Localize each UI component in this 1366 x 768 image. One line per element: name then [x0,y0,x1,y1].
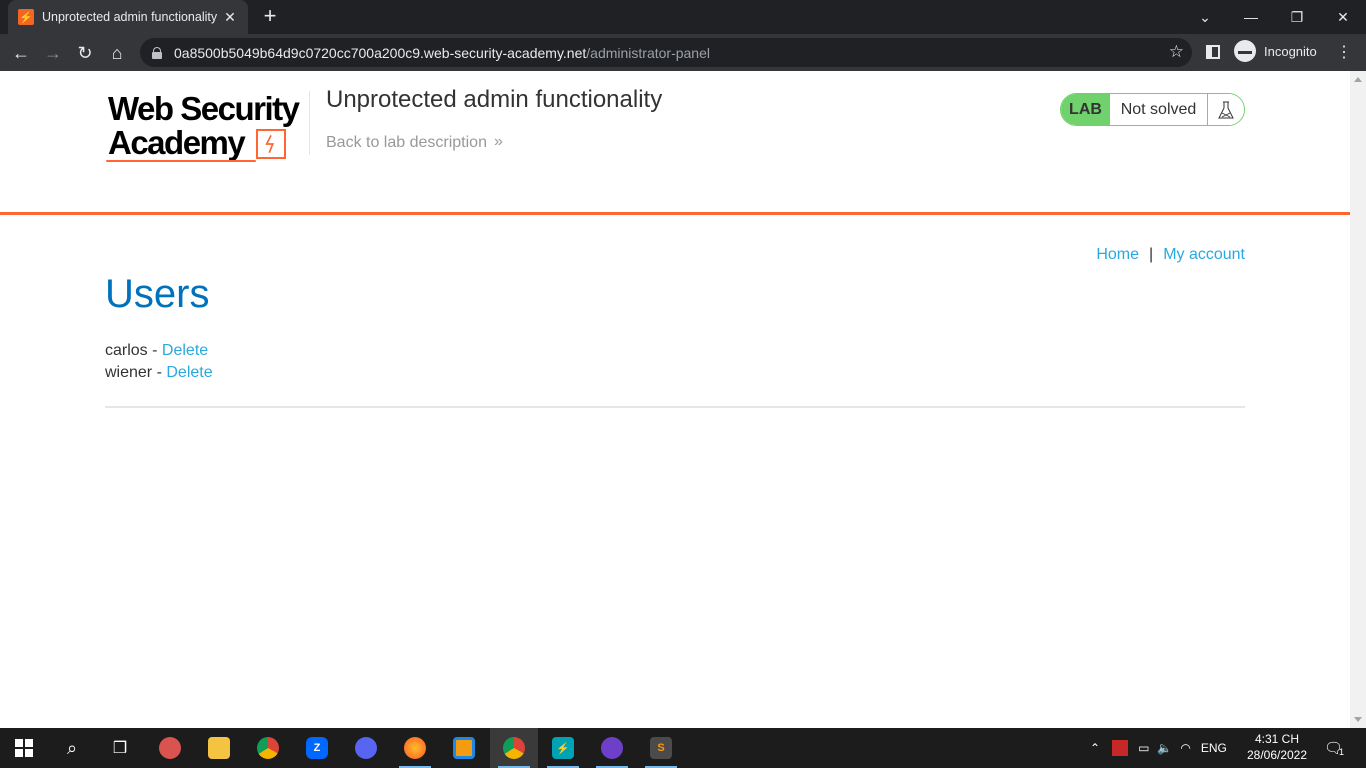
delete-user-link[interactable]: Delete [162,342,208,359]
logo-underline [106,160,256,162]
file-explorer-icon[interactable] [195,728,243,768]
lab-header: Web Security Academy Unprotected admin f… [0,71,1350,215]
home-icon[interactable]: ⌂ [104,40,130,66]
restore-button[interactable]: ❐ [1274,0,1320,34]
list-item: carlos - Delete [105,340,213,362]
academy-logo[interactable]: Web Security Academy [106,91,306,163]
address-bar[interactable]: 0a8500b5049b64d9c0720cc700a200c9.web-sec… [140,38,1192,67]
menu-icon[interactable]: ⋮ [1336,42,1352,62]
logo-text-line1: Web Security [108,90,300,127]
browser-tab-bar: ⚡ Unprotected admin functionality ✕ + ⌄ … [0,0,1366,34]
back-to-lab-link[interactable]: Back to lab description [326,134,487,152]
web-page: Web Security Academy Unprotected admin f… [0,71,1350,728]
github-icon[interactable] [588,728,636,768]
scroll-down-icon[interactable] [1354,717,1362,722]
minimize-button[interactable]: — [1228,0,1274,34]
notification-button[interactable]: 🗨 1 [1324,728,1344,768]
new-tab-button[interactable]: + [258,5,282,29]
battery-icon[interactable]: ▭ [1138,741,1149,755]
incognito-label: Incognito [1264,43,1317,59]
lab-status-widget: LAB Not solved [1060,93,1245,126]
search-icon[interactable]: ⌕ [48,728,96,768]
system-tray: ⌃ ▭ 🔈 ◠ ENG [1090,728,1227,768]
browser-toolbar: ← → ↻ ⌂ 0a8500b5049b64d9c0720cc700a200c9… [0,34,1366,71]
lightning-icon: ⚡ [18,9,34,25]
url-host: 0a8500b5049b64d9c0720cc700a200c9.web-sec… [174,44,587,61]
chrome-icon[interactable] [244,728,292,768]
user-list: carlos - Delete wiener - Delete [105,340,213,384]
tab-title: Unprotected admin functionality [42,10,218,24]
list-item: wiener - Delete [105,362,213,384]
close-window-button[interactable]: ✕ [1320,0,1366,34]
close-icon[interactable]: ✕ [222,9,238,26]
chevron-down-icon[interactable]: ⌄ [1182,0,1228,34]
content-divider [105,406,1245,408]
windows-icon [15,739,33,757]
burp-icon[interactable]: ⚡ [539,728,587,768]
clock-date: 28/06/2022 [1246,748,1308,762]
browser-tab[interactable]: ⚡ Unprotected admin functionality ✕ [8,0,248,34]
home-link[interactable]: Home [1096,246,1139,263]
paint-icon[interactable] [146,728,194,768]
forward-arrow-icon[interactable]: → [40,40,66,66]
language-indicator[interactable]: ENG [1201,741,1227,755]
incognito-icon [1234,40,1256,62]
clock[interactable]: 4:31 CH 28/06/2022 [1244,731,1310,763]
app-tray-icon[interactable] [1112,740,1129,756]
username: carlos [105,342,148,359]
side-panel-icon[interactable] [1206,45,1220,59]
start-button[interactable] [0,728,48,768]
incognito-indicator[interactable]: Incognito [1234,40,1317,62]
sublime-icon[interactable]: S [637,728,685,768]
star-icon[interactable]: ☆ [1169,42,1184,62]
notification-count: 1 [1339,747,1345,757]
header-divider [309,91,310,155]
firefox-icon[interactable] [391,728,439,768]
logo-text-line2: Academy [108,124,246,161]
lab-state: Not solved [1110,94,1208,125]
lab-title: Unprotected admin functionality [326,86,663,113]
lab-badge: LAB [1061,94,1110,125]
page-title: Users [105,272,210,316]
scroll-up-icon[interactable] [1354,77,1362,82]
task-view-icon[interactable]: ❒ [96,728,144,768]
vmware-icon[interactable] [440,728,488,768]
logo-lightning-icon [256,129,286,159]
chevron-up-icon[interactable]: ⌃ [1090,741,1100,755]
username: wiener [105,364,153,381]
user-separator: - [152,364,167,381]
url-path: /administrator-panel [586,44,710,61]
zalo-icon[interactable]: Z [293,728,341,768]
user-separator: - [147,342,162,359]
wifi-icon[interactable]: ◠ [1180,741,1190,755]
double-chevron-right-icon: » [494,133,503,150]
discord-icon[interactable] [342,728,390,768]
volume-icon[interactable]: 🔈 [1157,741,1172,755]
chrome-active-icon[interactable] [490,728,538,768]
flask-icon [1208,94,1244,125]
delete-user-link[interactable]: Delete [166,364,212,381]
back-arrow-icon[interactable]: ← [8,40,34,66]
clock-time: 4:31 CH [1254,732,1300,746]
windows-taskbar: ⌕ ❒ Z ⚡ S ⌃ ▭ 🔈 ◠ ENG 4:31 CH 28/06/2022… [0,728,1366,768]
reload-icon[interactable]: ↻ [72,40,98,66]
my-account-link[interactable]: My account [1163,246,1245,263]
lock-icon [152,46,162,59]
top-nav: Home | My account [1096,246,1245,264]
vertical-scrollbar[interactable] [1350,71,1366,728]
nav-separator: | [1149,246,1154,263]
